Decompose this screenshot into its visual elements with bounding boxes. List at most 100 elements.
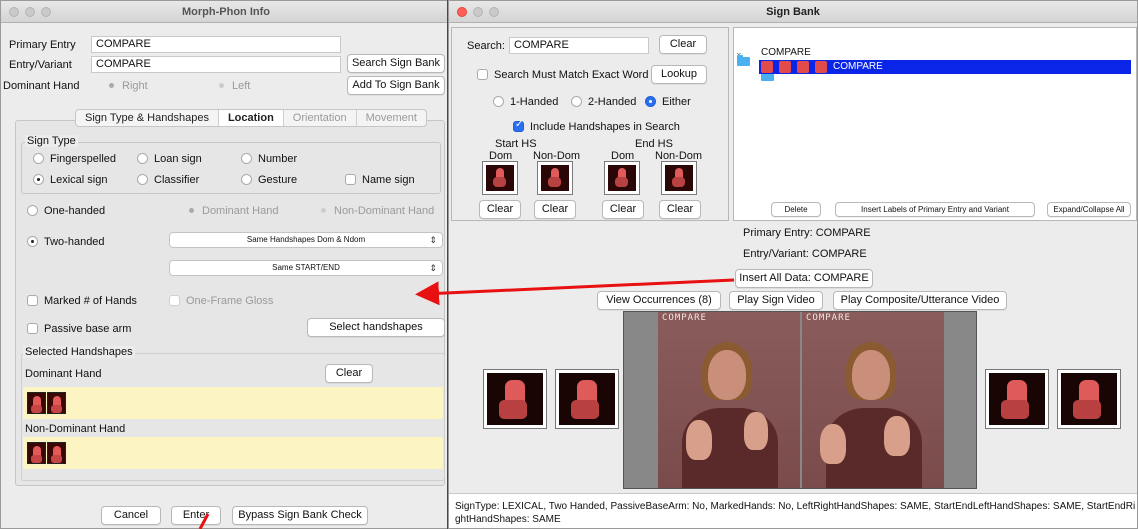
classifier-label: Classifier [154,174,200,186]
gesture-radio[interactable] [241,174,252,185]
right-hand-option[interactable]: Right [109,80,148,92]
delete-button[interactable]: Delete [771,202,821,217]
name-sign-checkbox[interactable] [345,174,356,185]
exact-match-checkbox[interactable] [477,69,488,80]
select-handshapes-button[interactable]: Select handshapes [307,318,445,337]
entry-variant-input[interactable]: COMPARE [91,56,341,73]
tab-movement[interactable]: Movement [357,110,426,126]
close-window-button[interactable] [457,7,467,17]
classifier-option[interactable]: Classifier [137,174,199,186]
non-dominant-hand-option[interactable]: Non-Dominant Hand [321,205,434,217]
cancel-button[interactable]: Cancel [101,506,161,525]
gesture-option[interactable]: Gesture [241,174,297,186]
loan-sign-radio[interactable] [137,153,148,164]
sign-video-player[interactable]: COMPARE COMPARE [623,311,977,489]
search-sign-bank-button[interactable]: Search Sign Bank [347,54,445,73]
insert-labels-button[interactable]: Insert Labels of Primary Entry and Varia… [835,202,1035,217]
select-arrows-icon: ⇕ [429,235,437,245]
marked-hands-option[interactable]: Marked # of Hands [27,295,137,307]
clear-end-dom-button[interactable]: Clear [602,200,644,219]
zoom-window-button[interactable] [489,7,499,17]
lexical-sign-radio[interactable] [33,174,44,185]
primary-entry-input[interactable]: COMPARE [91,36,341,53]
lookup-button[interactable]: Lookup [651,65,707,84]
fingerspelled-option[interactable]: Fingerspelled [33,153,116,165]
minimize-window-button[interactable] [473,7,483,17]
search-input[interactable]: COMPARE [509,37,649,54]
two-handed-filter[interactable]: 2-Handed [571,96,636,108]
two-handed-radio[interactable] [27,236,38,247]
bypass-sign-bank-check-button[interactable]: Bypass Sign Bank Check [232,506,368,525]
passive-base-arm-option[interactable]: Passive base arm [27,323,131,335]
dominant-handshape-1[interactable] [27,392,46,414]
tab-location[interactable]: Location [218,110,284,126]
one-handed-filter-radio[interactable] [493,96,504,107]
tab-orientation[interactable]: Orientation [284,110,357,126]
enter-button[interactable]: Enter [171,506,221,525]
start-dom-handshape[interactable] [482,161,518,195]
passive-base-arm-checkbox[interactable] [27,323,38,334]
gesture-label: Gesture [258,174,298,186]
either-filter[interactable]: Either [645,96,691,108]
play-sign-video-button[interactable]: Play Sign Video [729,291,823,310]
end-non-dom-handshape[interactable] [661,161,697,195]
start-non-dom-handshape[interactable] [537,161,573,195]
classifier-radio[interactable] [137,174,148,185]
play-composite-video-button[interactable]: Play Composite/Utterance Video [833,291,1007,310]
handshape-image [486,165,514,191]
handshapes-dom-ndom-select[interactable]: Same Handshapes Dom & Ndom ⇕ [169,232,443,248]
primary-entry-info: Primary Entry: COMPARE [743,227,871,239]
minimize-window-button[interactable] [25,7,35,17]
two-handed-filter-radio[interactable] [571,96,582,107]
close-window-button[interactable] [9,7,19,17]
add-to-sign-bank-button[interactable]: Add To Sign Bank [347,76,445,95]
lexical-sign-option[interactable]: Lexical sign [33,174,107,186]
clear-end-non-dom-button[interactable]: Clear [659,200,701,219]
tree-item-selected[interactable]: COMPARE [759,60,1131,74]
clear-handshapes-button[interactable]: Clear [325,364,373,383]
insert-all-data-button[interactable]: Insert All Data: COMPARE [735,269,873,288]
one-handed-option[interactable]: One-handed [27,205,105,217]
dominant-handshape-2[interactable] [47,392,66,414]
end-dom-handshape[interactable] [604,161,640,195]
loan-sign-option[interactable]: Loan sign [137,153,202,165]
clear-start-non-dom-button[interactable]: Clear [534,200,576,219]
left-hand-option[interactable]: Left [219,80,250,92]
non-dominant-handshape-2[interactable] [47,442,66,464]
start-end-select[interactable]: Same START/END ⇕ [169,260,443,276]
left-radio[interactable] [219,83,224,88]
view-occurrences-button[interactable]: View Occurrences (8) [597,291,721,310]
name-sign-option[interactable]: Name sign [345,174,415,186]
fingerspelled-radio[interactable] [33,153,44,164]
tree-root-label[interactable]: COMPARE [761,47,811,58]
clear-search-button[interactable]: Clear [659,35,707,54]
handshape-image [989,373,1045,425]
expand-toggle-icon[interactable]: ⌄ [735,47,743,58]
include-handshapes-checkbox[interactable] [513,119,524,132]
handshapes-dom-ndom-value: Same Handshapes Dom & Ndom [246,235,366,244]
one-handed-radio[interactable] [27,205,38,216]
marked-hands-checkbox[interactable] [27,295,38,306]
start-dom-large-handshape [483,369,547,429]
clear-start-dom-button[interactable]: Clear [479,200,521,219]
number-option[interactable]: Number [241,153,297,165]
dominant-hand-option[interactable]: Dominant Hand [189,205,278,217]
one-frame-gloss-option[interactable]: One-Frame Gloss [169,295,273,307]
non-dominant-handshape-1[interactable] [27,442,46,464]
non-dominant-hand-radio[interactable] [321,208,326,213]
tree-item-label: COMPARE [833,61,883,72]
include-handshapes-option[interactable]: Include Handshapes in Search [513,119,680,133]
expand-collapse-button[interactable]: Expand/Collapse All [1047,202,1131,217]
right-radio[interactable] [109,83,114,88]
number-radio[interactable] [241,153,252,164]
dominant-hand-radio[interactable] [189,208,194,213]
zoom-window-button[interactable] [41,7,51,17]
exact-match-option[interactable]: Search Must Match Exact Word [477,69,648,81]
either-filter-radio[interactable] [645,96,656,107]
one-handed-filter[interactable]: 1-Handed [493,96,558,108]
one-frame-gloss-checkbox[interactable] [169,295,180,306]
two-handed-option[interactable]: Two-handed [27,236,105,248]
root-folder-icon [737,55,750,66]
signer-hand [686,420,712,460]
tab-sign-type-handshapes[interactable]: Sign Type & Handshapes [76,110,219,126]
